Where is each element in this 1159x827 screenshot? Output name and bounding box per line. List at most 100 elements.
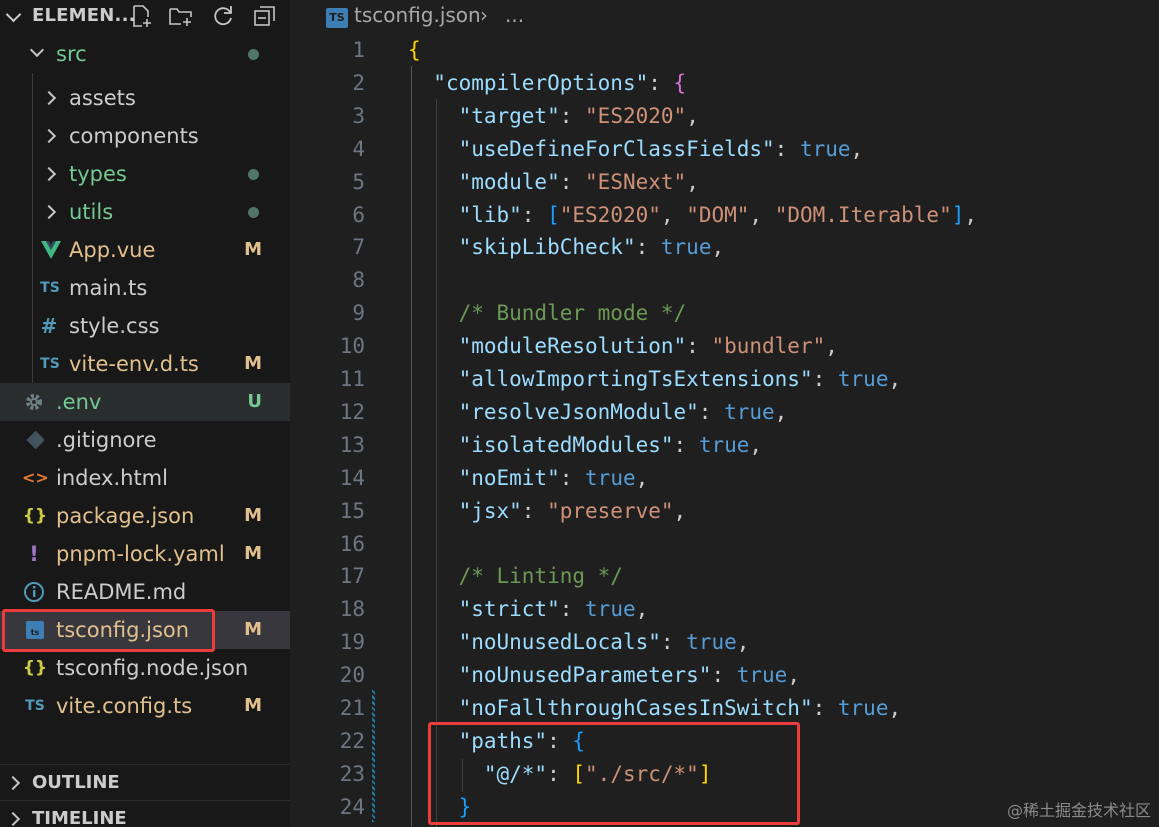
code-line[interactable]: 7 "skipLibCheck": true,	[290, 231, 1159, 264]
code-editor[interactable]: TS tsconfig.json › ... 1{2 "compilerOpti…	[290, 0, 1159, 827]
code-token: "noFallthroughCasesInSwitch"	[458, 696, 813, 720]
code-token: ,	[964, 202, 978, 227]
tree-file-app-vue[interactable]: App.vue M	[0, 231, 290, 269]
code-token: "noEmit"	[458, 465, 560, 490]
tree-file-env[interactable]: .env U	[0, 383, 290, 421]
code-token: ,	[850, 136, 864, 161]
gear-icon	[22, 383, 46, 421]
tree-file-vite-config-ts[interactable]: TS vite.config.ts M	[0, 687, 290, 725]
code-line[interactable]: 4 "useDefineForClassFields": true,	[290, 133, 1159, 166]
chevron-right-icon	[41, 90, 57, 106]
tree-folder-assets[interactable]: assets	[0, 79, 290, 117]
breadcrumb-separator: ›	[480, 3, 488, 27]
line-number: 20	[339, 663, 365, 688]
code-line[interactable]: 3 "target": "ES2020",	[290, 100, 1159, 133]
code-token: ,	[749, 432, 763, 457]
code-line[interactable]: 11 "allowImportingTsExtensions": true,	[290, 363, 1159, 396]
tree-file-index-html[interactable]: <> index.html	[0, 459, 290, 497]
code-line[interactable]: 10 "moduleResolution": "bundler",	[290, 330, 1159, 363]
breadcrumb-more[interactable]: ...	[505, 3, 524, 27]
code-line[interactable]: 15 "jsx": "preserve",	[290, 495, 1159, 528]
tree-folder-utils[interactable]: utils	[0, 193, 290, 231]
tree-folder-components[interactable]: components	[0, 117, 290, 155]
chevron-right-icon	[5, 775, 21, 791]
explorer-header[interactable]: ELEMEN...	[0, 0, 290, 32]
tree-item-label: .gitignore	[56, 428, 157, 452]
chevron-down-icon[interactable]	[5, 6, 22, 23]
breadcrumb-file[interactable]: tsconfig.json	[354, 3, 481, 27]
code-text: "noEmit": true,	[408, 462, 649, 495]
refresh-icon[interactable]	[210, 3, 236, 29]
status-badge: M	[244, 239, 262, 260]
new-folder-icon[interactable]	[168, 3, 194, 29]
code-token: :	[812, 367, 838, 391]
typescript-icon: TS	[25, 698, 45, 714]
chevron-right-icon	[41, 128, 57, 144]
annotation-highlight-box	[2, 609, 215, 652]
code-line[interactable]: 6 "lib": ["ES2020", "DOM", "DOM.Iterable…	[290, 199, 1159, 232]
code-line[interactable]: 1{	[290, 34, 1159, 67]
tree-item-label: main.ts	[69, 276, 148, 300]
code-line[interactable]: 20 "noUnusedParameters": true,	[290, 659, 1159, 692]
tree-file-gitignore[interactable]: .gitignore	[0, 421, 290, 459]
git-icon	[24, 421, 46, 459]
code-text: "resolveJsonModule": true,	[408, 396, 788, 429]
code-line[interactable]: 9 /* Bundler mode */	[290, 297, 1159, 330]
line-number: 10	[339, 334, 365, 359]
line-number: 17	[339, 564, 365, 589]
tree-file-readme-md[interactable]: README.md	[0, 573, 290, 611]
code-text: "skipLibCheck": true,	[408, 231, 725, 264]
code-line[interactable]: 16	[290, 528, 1159, 561]
code-line[interactable]: 5 "module": "ESNext",	[290, 166, 1159, 199]
code-line[interactable]: 21 "noFallthroughCasesInSwitch": true,	[290, 692, 1159, 725]
line-number: 12	[339, 399, 365, 424]
code-token: true	[799, 136, 851, 161]
tree-file-main-ts[interactable]: TS main.ts	[0, 269, 290, 307]
code-text: "target": "ES2020",	[408, 100, 699, 133]
code-line[interactable]: 17 /* Linting */	[290, 560, 1159, 593]
code-text: "moduleResolution": "bundler",	[408, 330, 838, 363]
tree-item-label: src	[56, 42, 87, 66]
code-token: true	[585, 597, 636, 622]
code-line[interactable]: 8	[290, 264, 1159, 297]
code-token: :	[559, 597, 586, 622]
collapse-all-icon[interactable]	[252, 3, 278, 29]
section-outline[interactable]: OUTLINE	[0, 764, 290, 801]
code-line[interactable]: 14 "noEmit": true,	[290, 462, 1159, 495]
code-token: "DOM.Iterable"	[774, 202, 952, 227]
code-token: "ES2020"	[559, 202, 661, 227]
tree-item-label: README.md	[56, 580, 187, 604]
section-timeline[interactable]: TIMELINE	[0, 800, 290, 827]
code-token: [	[547, 202, 560, 227]
json-braces-icon: {}	[22, 506, 48, 526]
code-line[interactable]: 2 "compilerOptions": {	[290, 67, 1159, 100]
code-token: true	[724, 399, 775, 424]
code-line[interactable]: 19 "noUnusedLocals": true,	[290, 626, 1159, 659]
tree-item-label: App.vue	[69, 238, 156, 262]
vue-icon	[40, 231, 62, 269]
tree-file-tsconfig-node-json[interactable]: {} tsconfig.node.json	[0, 649, 290, 687]
code-line[interactable]: 13 "isolatedModules": true,	[290, 429, 1159, 462]
typescript-icon: TS	[40, 280, 60, 296]
code-line[interactable]: 12 "resolveJsonModule": true,	[290, 396, 1159, 429]
code-token: "strict"	[458, 597, 560, 622]
code-token: "module"	[458, 169, 560, 194]
code-token: "allowImportingTsExtensions"	[458, 367, 813, 391]
code-line[interactable]: 18 "strict": true,	[290, 593, 1159, 626]
code-token: :	[812, 696, 838, 720]
tree-folder-types[interactable]: types	[0, 155, 290, 193]
line-number: 14	[339, 465, 365, 490]
breadcrumb[interactable]: TS tsconfig.json › ...	[290, 0, 1159, 32]
tree-file-pnpm-lock-yaml[interactable]: ! pnpm-lock.yaml M	[0, 535, 290, 573]
tree-file-style-css[interactable]: # style.css	[0, 307, 290, 345]
css-hash-icon: #	[40, 314, 58, 338]
tree-file-package-json[interactable]: {} package.json M	[0, 497, 290, 535]
tree-file-vite-env-dts[interactable]: TS vite-env.d.ts M	[0, 345, 290, 383]
code-text: "allowImportingTsExtensions": true,	[408, 363, 902, 396]
new-file-icon[interactable]	[128, 3, 154, 29]
tree-folder-src[interactable]: src	[0, 35, 290, 73]
code-token: {	[673, 70, 687, 95]
